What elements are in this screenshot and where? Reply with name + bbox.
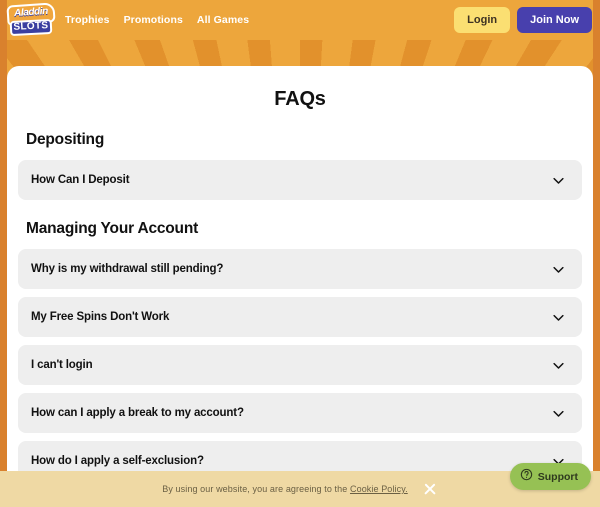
cookie-policy-link[interactable]: Cookie Policy. — [350, 484, 408, 494]
page-title: FAQs — [274, 88, 326, 110]
faq-accordion-item[interactable]: How Can I Deposit — [18, 160, 582, 200]
question-mark-circle-icon — [520, 468, 533, 486]
faq-accordion-item[interactable]: I can't login — [18, 345, 582, 385]
chevron-down-icon[interactable] — [551, 262, 566, 277]
faq-sections: Depositing How Can I Deposit Managing Your… — [18, 131, 582, 507]
page-edge-right — [593, 0, 600, 507]
faq-section-heading: Managing Your Account — [26, 220, 199, 237]
chevron-down-icon[interactable] — [551, 173, 566, 188]
support-button-label: Support — [537, 470, 578, 483]
chevron-down-icon[interactable] — [551, 406, 566, 421]
site-header: Aladdin SLOTS Trophies Promotions All Ga… — [0, 0, 600, 40]
faq-accordion-item[interactable]: My Free Spins Don't Work — [18, 297, 582, 337]
faq-section: Depositing How Can I Deposit — [18, 131, 582, 200]
close-icon[interactable] — [422, 481, 438, 497]
support-button[interactable]: Support — [509, 463, 591, 490]
faq-accordion-label: I can't login — [31, 359, 93, 371]
faq-accordion-label: How Can I Deposit — [31, 174, 130, 186]
faq-accordion-label: Why is my withdrawal still pending? — [31, 263, 224, 275]
nav-item-trophies[interactable]: Trophies — [65, 14, 110, 26]
logo-bottom-text: SLOTS — [13, 20, 49, 33]
chevron-down-icon[interactable] — [551, 310, 566, 325]
faq-accordion-label: How can I apply a break to my account? — [31, 407, 244, 419]
cookie-banner-text: By using our website, you are agreeing t… — [162, 484, 408, 494]
login-button[interactable]: Login — [454, 7, 511, 33]
main-navigation: Trophies Promotions All Games — [65, 14, 454, 26]
faq-section: Managing Your Account Why is my withdrawa… — [18, 220, 582, 507]
cookie-banner-message: By using our website, you are agreeing t… — [162, 484, 348, 494]
nav-item-promotions[interactable]: Promotions — [124, 14, 183, 26]
faq-content-card: FAQs Depositing How Can I Deposit Managing… — [7, 66, 593, 507]
chevron-down-icon[interactable] — [551, 358, 566, 373]
faq-accordion-item[interactable]: How can I apply a break to my account? — [18, 393, 582, 433]
page-edge-left — [0, 0, 7, 507]
faq-accordion-label: My Free Spins Don't Work — [31, 311, 170, 323]
faq-accordion-label: How do I apply a self-exclusion? — [31, 455, 204, 467]
nav-item-all-games[interactable]: All Games — [197, 14, 249, 26]
faq-section-heading: Depositing — [26, 131, 105, 148]
faq-accordion-item[interactable]: Why is my withdrawal still pending? — [18, 249, 582, 289]
join-now-button[interactable]: Join Now — [517, 7, 592, 33]
site-logo[interactable]: Aladdin SLOTS — [6, 2, 56, 37]
